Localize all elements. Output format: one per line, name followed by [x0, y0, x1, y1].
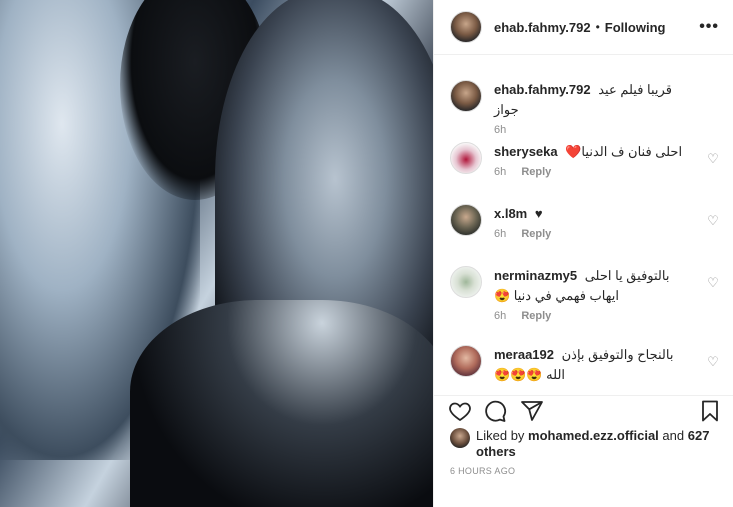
avatar[interactable] — [450, 80, 482, 112]
reply-button[interactable]: Reply — [521, 228, 551, 240]
comments-list[interactable]: ehab.fahmy.792 قريبا فيلم عيد جواز 6h sh… — [434, 70, 733, 390]
avatar[interactable] — [450, 204, 482, 236]
comment-username[interactable]: meraa192 — [494, 347, 554, 362]
photo-suit — [130, 300, 433, 507]
following-button[interactable]: Following — [605, 20, 666, 35]
avatar[interactable] — [450, 428, 470, 448]
share-icon[interactable] — [520, 399, 544, 423]
avatar[interactable] — [450, 142, 482, 174]
post-timestamp[interactable]: 6 HOURS AGO — [450, 466, 515, 476]
likes-summary: Liked by mohamed.ezz.official and 627 ot… — [450, 428, 720, 460]
comment-username[interactable]: nerminazmy5 — [494, 268, 577, 283]
comment-username[interactable]: x.l8m — [494, 206, 527, 221]
post-header: ehab.fahmy.792 • Following ••• — [434, 0, 733, 55]
comment-time[interactable]: 6h — [494, 166, 506, 178]
heart-icon[interactable]: ♡ — [706, 355, 720, 369]
likes-prefix: Liked by — [476, 428, 525, 443]
avatar[interactable] — [450, 266, 482, 298]
header-username[interactable]: ehab.fahmy.792 — [494, 20, 591, 35]
action-bar — [434, 395, 733, 423]
comment-time[interactable]: 6h — [494, 228, 506, 240]
heart-icon[interactable] — [448, 399, 472, 423]
comment-username[interactable]: sheryseka — [494, 144, 558, 159]
avatar[interactable] — [450, 11, 482, 43]
avatar[interactable] — [450, 345, 482, 377]
heart-icon[interactable]: ♡ — [706, 276, 720, 290]
reply-button[interactable]: Reply — [521, 166, 551, 178]
post-side-panel: ehab.fahmy.792 • Following ••• ehab.fahm… — [433, 0, 733, 507]
comment-icon[interactable] — [483, 399, 507, 423]
bookmark-icon[interactable] — [698, 399, 722, 423]
comment-time[interactable]: 6h — [494, 310, 506, 322]
more-icon[interactable]: ••• — [699, 18, 719, 36]
post-image[interactable] — [0, 0, 433, 507]
heart-icon[interactable]: ♡ — [706, 214, 720, 228]
comment-text: ♥ — [534, 206, 543, 221]
likes-user[interactable]: mohamed.ezz.official — [528, 428, 659, 443]
caption-time[interactable]: 6h — [494, 124, 506, 136]
reply-button[interactable]: Reply — [521, 310, 551, 322]
caption-username[interactable]: ehab.fahmy.792 — [494, 82, 591, 97]
comment-text: احلى فنان ف الدنيا❤️ — [565, 144, 683, 159]
heart-icon[interactable]: ♡ — [706, 152, 720, 166]
likes-suffix: and — [662, 428, 685, 443]
header-separator: • — [595, 20, 600, 34]
